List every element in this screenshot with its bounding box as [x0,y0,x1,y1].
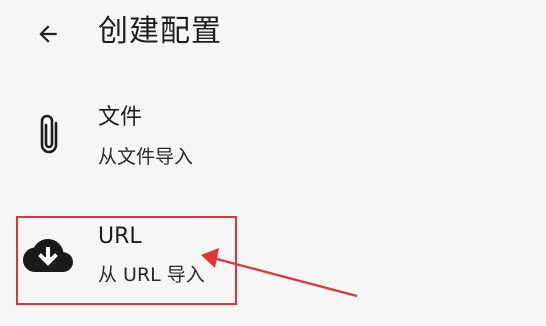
item-description: 从文件导入 [98,146,194,168]
app-bar: 创建配置 [0,0,546,66]
item-description: 从 URL 导入 [98,264,205,286]
import-from-file-item[interactable]: 文件 从文件导入 [0,90,546,180]
cloud-download-icon [20,232,76,282]
back-button[interactable] [28,14,68,54]
item-label: URL [98,224,142,249]
page-title: 创建配置 [98,14,222,49]
arrow-left-icon [39,25,57,43]
paperclip-icon [32,110,66,160]
import-from-url-item[interactable]: URL 从 URL 导入 [0,210,546,306]
item-label: 文件 [98,105,143,130]
